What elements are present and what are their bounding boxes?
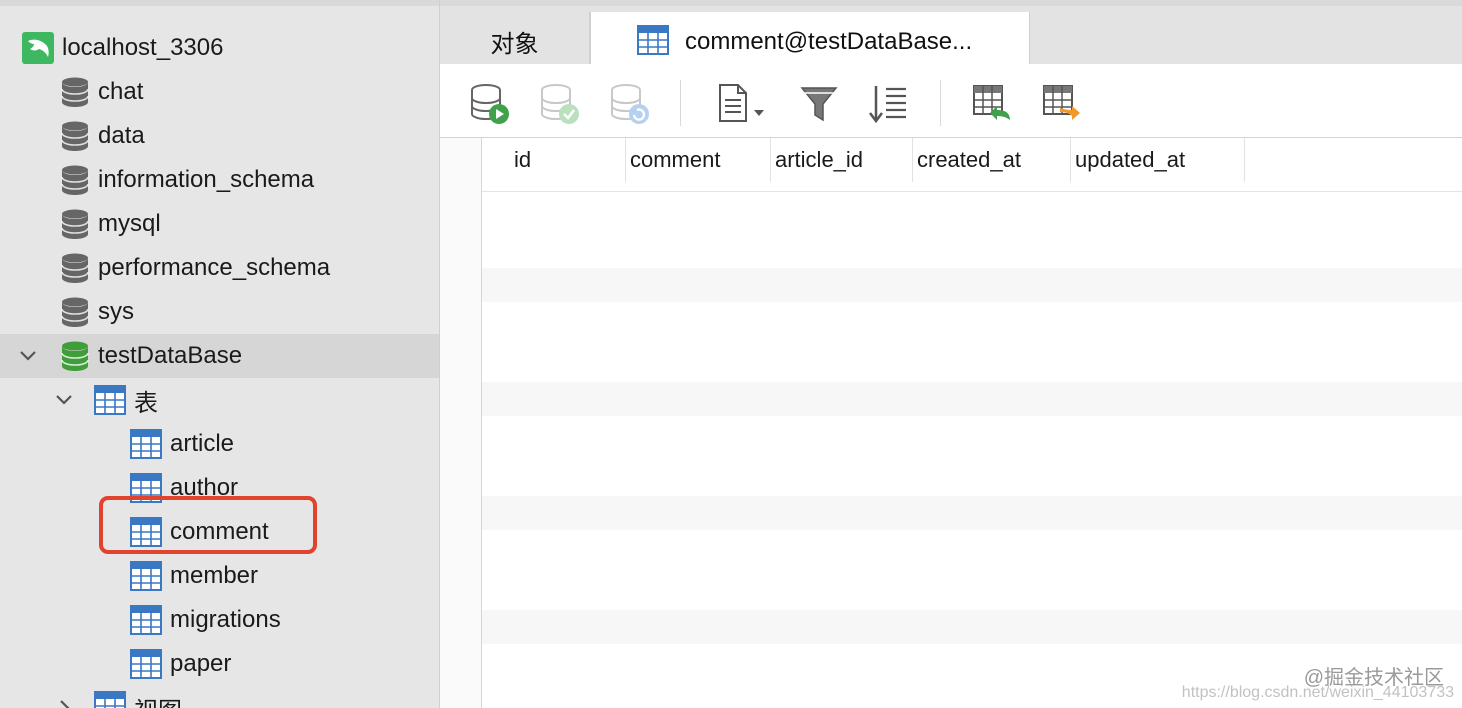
table-icon [94, 384, 126, 423]
rollback-icon [608, 82, 652, 126]
column-header-article-id[interactable]: article_id [771, 138, 913, 182]
views-group[interactable]: 视图 [0, 686, 439, 708]
tables-group-label: 表 [134, 389, 158, 417]
column-header-comment[interactable]: comment [626, 138, 771, 182]
column-header-label: updated_at [1075, 147, 1186, 172]
table-icon [130, 428, 162, 467]
table-item[interactable]: paper [0, 642, 439, 687]
toolbar-separator [680, 80, 681, 126]
table-item[interactable]: article [0, 422, 439, 467]
table-name: article [170, 430, 235, 457]
database-icon [60, 208, 90, 247]
sidebar-top-border [0, 0, 439, 6]
data-grid: id comment article_id created_at updated… [440, 138, 1462, 708]
sort-icon[interactable] [866, 82, 910, 126]
database-name: information_schema [98, 166, 315, 193]
mysql-dolphin-icon [22, 32, 54, 71]
export-icon[interactable] [1040, 82, 1084, 126]
grid-stripe-row [440, 268, 1462, 302]
database-name: data [98, 122, 145, 149]
table-icon [130, 604, 162, 643]
row-gutter [440, 138, 482, 708]
connection-name: localhost_3306 [62, 34, 224, 61]
connection-item[interactable]: localhost_3306 [0, 26, 439, 71]
grid-stripe-row [440, 610, 1462, 644]
database-icon [60, 340, 90, 379]
watermark-text: @掘金技术社区 [1303, 667, 1444, 689]
tables-group[interactable]: 表 [0, 378, 439, 423]
table-name: member [170, 562, 259, 589]
column-header-created-at[interactable]: created_at [913, 138, 1071, 182]
database-name: mysql [98, 210, 161, 237]
toolbar [440, 64, 1462, 138]
chevron-right-icon[interactable] [54, 697, 74, 708]
database-name: testDataBase [98, 342, 243, 369]
commit-icon [538, 82, 582, 126]
text-view-dropdown-icon[interactable] [716, 82, 764, 126]
main-panel: 对象 comment@testDataBase... id comment ar… [440, 0, 1462, 708]
database-name: performance_schema [98, 254, 331, 281]
database-icon [60, 164, 90, 203]
table-name: migrations [170, 606, 281, 633]
database-name: chat [98, 78, 144, 105]
database-item[interactable]: sys [0, 290, 439, 335]
column-header-label: id [514, 147, 532, 172]
database-item[interactable]: testDataBase [0, 334, 439, 379]
database-icon [60, 252, 90, 291]
database-name: sys [98, 298, 134, 325]
database-item[interactable]: performance_schema [0, 246, 439, 291]
database-item[interactable]: mysql [0, 202, 439, 247]
grid-header: id comment article_id created_at updated… [482, 138, 1462, 192]
grid-stripe-row [440, 382, 1462, 416]
chevron-down-icon[interactable] [54, 389, 74, 409]
tab-objects[interactable]: 对象 [440, 12, 590, 70]
table-name: paper [170, 650, 232, 677]
navigator-sidebar: localhost_3306 chat data information_schem… [0, 0, 440, 708]
toolbar-separator [940, 80, 941, 126]
database-item[interactable]: information_schema [0, 158, 439, 203]
tab-comment-table[interactable]: comment@testDataBase... [590, 12, 1030, 72]
table-icon [637, 24, 669, 63]
begin-transaction-icon[interactable] [468, 82, 512, 126]
database-icon [60, 120, 90, 159]
tab-comment-label: comment@testDataBase... [685, 28, 973, 55]
tab-bar: 对象 comment@testDataBase... [440, 0, 1462, 72]
views-group-label: 视图 [134, 691, 182, 708]
grid-stripe-row [440, 496, 1462, 530]
tab-objects-label: 对象 [490, 30, 539, 58]
database-icon [60, 76, 90, 115]
database-item[interactable]: data [0, 114, 439, 159]
table-icon [130, 560, 162, 599]
comment-highlight-box [99, 496, 317, 554]
column-header-id[interactable]: id [482, 138, 626, 182]
database-icon [60, 296, 90, 335]
chevron-down-icon[interactable] [18, 345, 38, 365]
table-icon [130, 648, 162, 687]
filter-icon[interactable] [798, 82, 842, 126]
database-item[interactable]: chat [0, 70, 439, 115]
column-header-label: created_at [917, 147, 1021, 172]
view-icon [94, 690, 126, 708]
table-item[interactable]: migrations [0, 598, 439, 643]
column-header-updated-at[interactable]: updated_at [1071, 138, 1245, 182]
import-icon[interactable] [970, 82, 1014, 126]
column-header-label: article_id [775, 147, 864, 172]
table-item[interactable]: member [0, 554, 439, 599]
column-header-label: comment [630, 147, 721, 172]
